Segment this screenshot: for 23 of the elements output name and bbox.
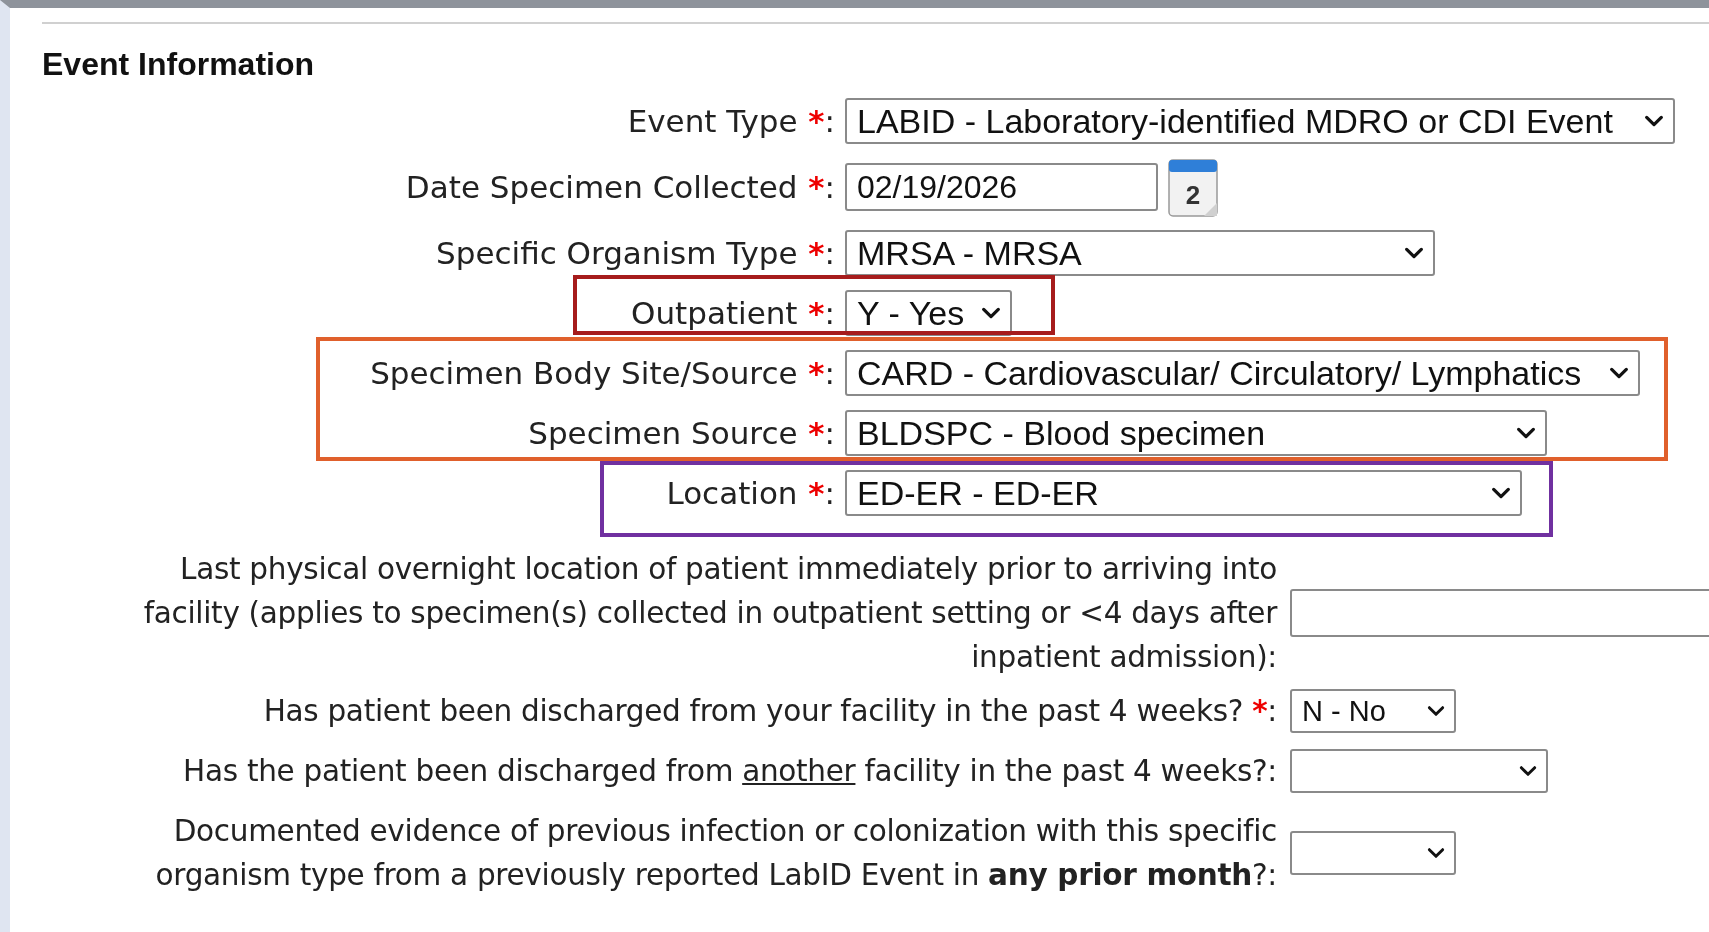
field-label: Location *: — [665, 475, 835, 511]
field-label: Documented evidence of previous infection or colonization with this specific organism type from a previously reported LabID Event in any prior month?: — [154, 813, 1277, 894]
dropdown[interactable]: BLDSPC - Blood specimen — [845, 410, 1547, 456]
dropdown[interactable] — [1290, 831, 1456, 875]
field-label: Has the patient been discharged from another facility in the past 4 weeks?: — [182, 753, 1277, 790]
dropdown[interactable]: MRSA - MRSA — [845, 230, 1435, 276]
dropdown[interactable]: Y - Yes — [845, 290, 1012, 336]
section-title: Event Information — [42, 46, 315, 83]
field-label: Specimen Source *: — [527, 415, 835, 451]
text-field[interactable] — [1290, 589, 1709, 637]
field-label: Last physical overnight location of patient immediately prior to arriving into facility (applies to specimen(s) collected in outpatient setting or <4 days after inpatient admission): — [142, 551, 1277, 676]
field-label: Outpatient *: — [630, 295, 835, 331]
field-label: Has patient been discharged from your facility in the past 4 weeks? *: — [262, 693, 1277, 730]
date-field[interactable]: 02/19/2026 — [845, 163, 1158, 211]
dropdown[interactable]: CARD - Cardiovascular/ Circulatory/ Lymphatics — [845, 350, 1640, 396]
field-label: Event Type *: — [626, 103, 835, 139]
field-label: Specimen Body Site/Source *: — [369, 355, 835, 391]
dropdown[interactable]: N - No — [1290, 689, 1456, 733]
dropdown[interactable]: LABID - Laboratory-identified MDRO or CDI Event — [845, 98, 1675, 144]
field-label: Specific Organism Type *: — [435, 235, 835, 271]
dropdown[interactable]: ED-ER - ED-ER — [845, 470, 1522, 516]
field-label: Date Specimen Collected *: — [404, 169, 835, 205]
dropdown[interactable] — [1290, 749, 1548, 793]
